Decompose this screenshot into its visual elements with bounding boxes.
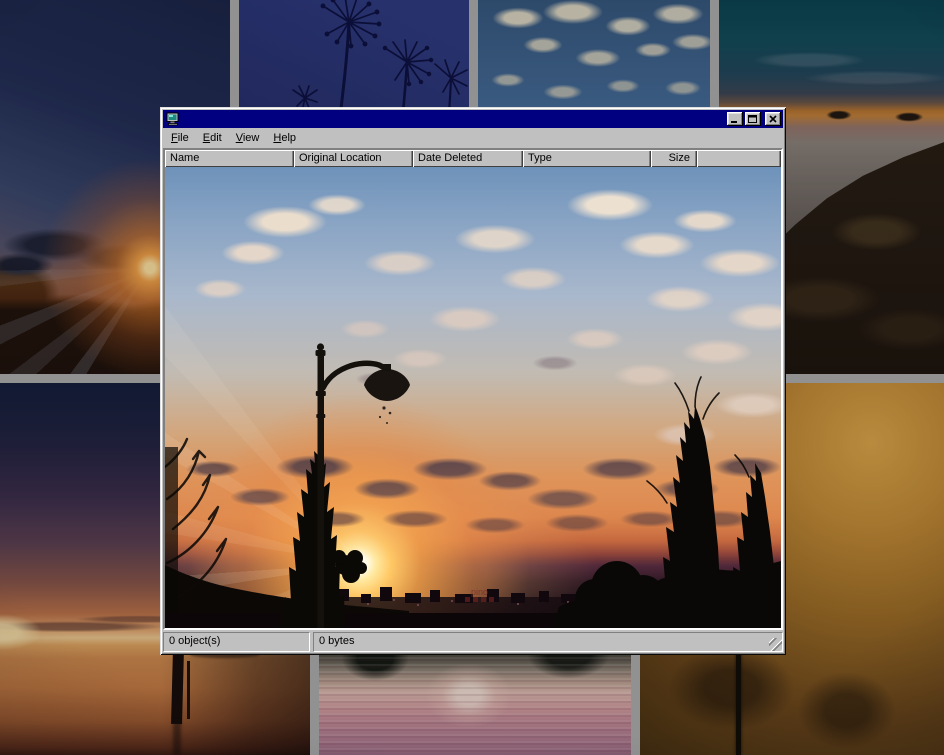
computer-icon <box>166 112 180 126</box>
column-header-date-deleted[interactable]: Date Deleted <box>413 150 523 167</box>
file-list-view: Name Original Location Date Deleted Type… <box>163 148 783 630</box>
landscape-silhouettes: pino <box>165 167 781 628</box>
recycle-style-window: File Edit View Help Name Original Locati… <box>160 107 786 655</box>
menu-view[interactable]: View <box>229 130 267 146</box>
column-header-original-location[interactable]: Original Location <box>294 150 413 167</box>
minimize-button[interactable] <box>727 112 743 126</box>
list-client-area[interactable]: pino <box>165 167 781 628</box>
status-object-count: 0 object(s) <box>163 632 310 652</box>
resize-grip[interactable] <box>769 638 782 651</box>
photo-watermark: pino <box>471 587 488 597</box>
column-header-type[interactable]: Type <box>523 150 651 167</box>
close-button[interactable] <box>765 112 781 126</box>
titlebar[interactable] <box>163 110 783 128</box>
menubar: File Edit View Help <box>163 128 783 148</box>
menu-help[interactable]: Help <box>266 130 303 146</box>
column-header-size[interactable]: Size <box>651 150 697 167</box>
menu-edit[interactable]: Edit <box>196 130 229 146</box>
column-headers: Name Original Location Date Deleted Type… <box>165 150 781 167</box>
status-bar: 0 object(s) 0 bytes <box>163 632 783 652</box>
minimize-icon <box>730 115 740 124</box>
menu-file[interactable]: File <box>164 130 196 146</box>
column-header-name[interactable]: Name <box>165 150 294 167</box>
column-header-empty[interactable] <box>697 150 781 167</box>
maximize-icon <box>748 115 758 124</box>
close-icon <box>769 115 778 123</box>
maximize-button[interactable] <box>745 112 761 126</box>
status-size: 0 bytes <box>313 632 783 652</box>
